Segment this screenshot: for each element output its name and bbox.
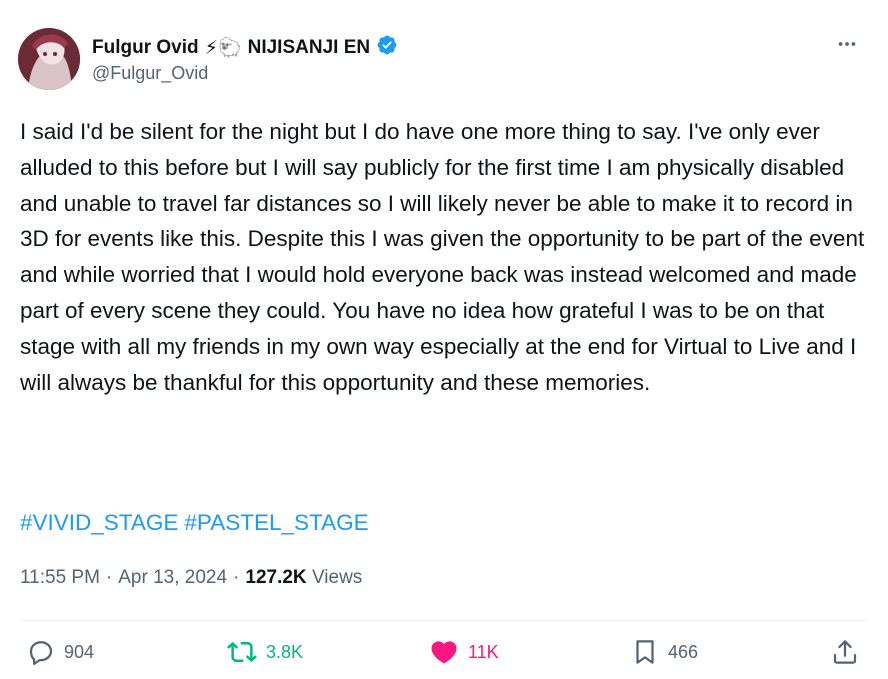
tweet-date[interactable]: Apr 13, 2024 [118,567,227,589]
heart-icon [431,641,457,664]
divider [20,620,868,621]
more-icon [838,42,856,46]
bookmark-icon [636,640,654,664]
verified-badge-icon [376,34,398,62]
reply-count: 904 [64,641,95,662]
views-count: 127.2K [245,567,307,588]
author-name-row[interactable]: Fulgur Ovid ⚡🐑 NIJISANJI EN [92,34,398,62]
reply-button[interactable]: 904 [26,637,94,667]
separator: · [233,567,240,588]
bookmark-button[interactable]: 466 [630,637,698,667]
action-bar: 904 3.8K 11K 466 [0,637,888,677]
author-emojis: ⚡🐑 [204,38,242,59]
like-count: 11K [468,641,499,662]
share-button[interactable] [830,637,860,667]
author-display-name[interactable]: Fulgur Ovid [92,37,199,59]
avatar[interactable] [18,28,80,90]
more-options-button[interactable] [830,32,864,56]
separator: · [105,567,113,588]
tweet-time[interactable]: 11:55 PM [20,567,100,589]
repost-button[interactable]: 3.8K [226,637,303,667]
views-label: Views [311,567,363,588]
share-icon [833,640,857,664]
repost-count: 3.8K [266,641,304,662]
repost-icon [227,641,257,663]
author-affiliation[interactable]: NIJISANJI EN [248,37,370,59]
like-button[interactable]: 11K [428,637,499,667]
author-handle[interactable]: @Fulgur_Ovid [92,63,208,84]
hashtag-link[interactable]: #PASTEL_STAGE [184,510,368,535]
reply-icon [29,641,53,665]
tweet-text: I said I'd be silent for the night but I… [20,119,871,395]
hashtag-link[interactable]: #VIVID_STAGE [20,510,178,535]
hashtags: #VIVID_STAGE #PASTEL_STAGE [20,505,375,541]
bookmark-count: 466 [668,641,699,662]
tweet-meta: 11:55 PM · Apr 13, 2024 · 127.2K Views [20,567,362,589]
